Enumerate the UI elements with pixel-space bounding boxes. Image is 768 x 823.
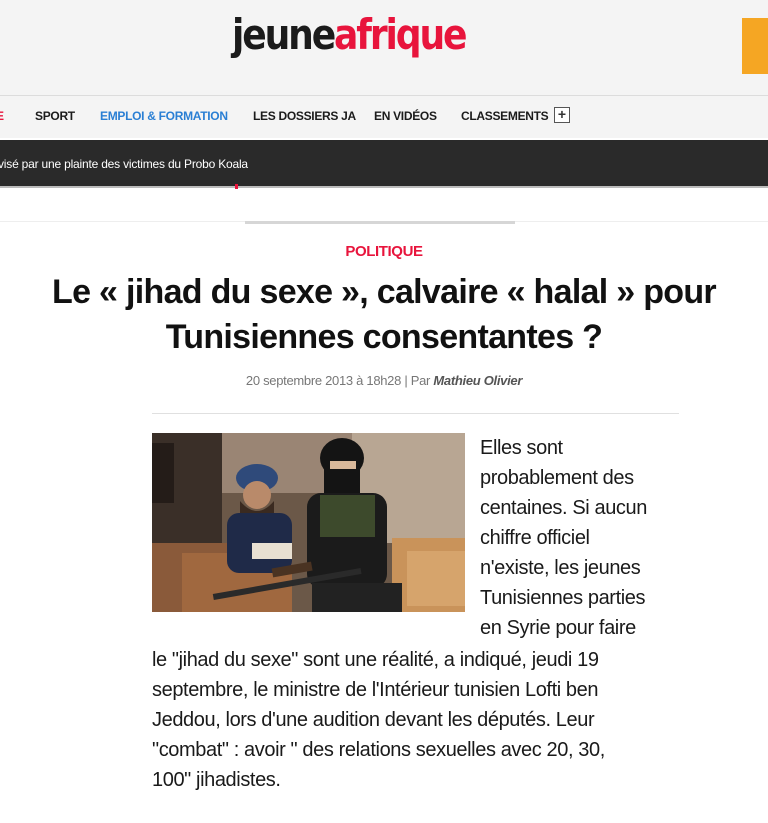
article-photo: [152, 433, 465, 612]
title-line-2: Tunisiennes consentantes ?: [165, 318, 603, 356]
nav-item-classements[interactable]: Classements: [461, 109, 549, 123]
nav-item-sport[interactable]: Sport: [35, 109, 75, 123]
ticker-text[interactable]: visé par une plainte des victimes du Pro…: [0, 157, 248, 171]
article-date: 20 septembre 2013 à 18h28 | Par: [245, 373, 434, 388]
nav-more-icon[interactable]: +: [554, 107, 570, 123]
body-line: en Syrie pour faire: [480, 617, 636, 639]
photo-fighters-icon: [152, 433, 465, 612]
article-body-continued: le "jihad du sexe" sont une réalité, a i…: [152, 645, 692, 795]
body-line: Elles sont: [480, 437, 563, 459]
article-meta: 20 septembre 2013 à 18h28 | Par Mathieu …: [0, 373, 768, 388]
article-category[interactable]: Politique: [0, 243, 768, 260]
title-line-1: Le « jihad du sexe », calvaire « halal »…: [52, 273, 717, 311]
article-title: Le « jihad du sexe », calvaire « halal »…: [20, 270, 748, 360]
subscribe-button[interactable]: [742, 18, 768, 74]
article-author[interactable]: Mathieu Olivier: [433, 373, 522, 388]
body-line: le "jihad du sexe" sont une réalité, a i…: [152, 649, 599, 671]
ticker-progress-marker: [235, 184, 238, 189]
meta-divider: [152, 413, 679, 414]
body-line: Jeddou, lors d'une audition devant les d…: [152, 709, 595, 731]
site-logo[interactable]: jeuneafrique: [232, 14, 468, 56]
logo-jeune: jeune: [232, 10, 336, 59]
nav-item-emploi[interactable]: Emploi & Formation: [100, 109, 228, 123]
body-line: 100" jihadistes.: [152, 769, 281, 791]
logo-afrique: afrique: [334, 10, 467, 59]
main-nav: E Sport Emploi & Formation Les dossiers …: [0, 96, 768, 138]
body-line: septembre, le ministre de l'Intérieur tu…: [152, 679, 599, 701]
article-body-intro: Elles sont probablement des centaines. S…: [480, 433, 680, 643]
body-line: centaines. Si aucun: [480, 497, 647, 519]
site-header: jeuneafrique: [0, 0, 768, 96]
body-line: n'existe, les jeunes: [480, 557, 641, 579]
section-tab-line: [245, 221, 515, 224]
body-line: Tunisiennes parties: [480, 587, 646, 609]
news-ticker: visé par une plainte des victimes du Pro…: [0, 140, 768, 188]
body-line: "combat" : avoir " des relations sexuell…: [152, 739, 605, 761]
nav-item-dossiers[interactable]: Les dossiers JA: [253, 109, 356, 123]
nav-item-cut[interactable]: E: [0, 109, 4, 123]
body-line: probablement des: [480, 467, 634, 489]
nav-item-videos[interactable]: En vidéos: [374, 109, 437, 123]
body-line: chiffre officiel: [480, 527, 590, 549]
